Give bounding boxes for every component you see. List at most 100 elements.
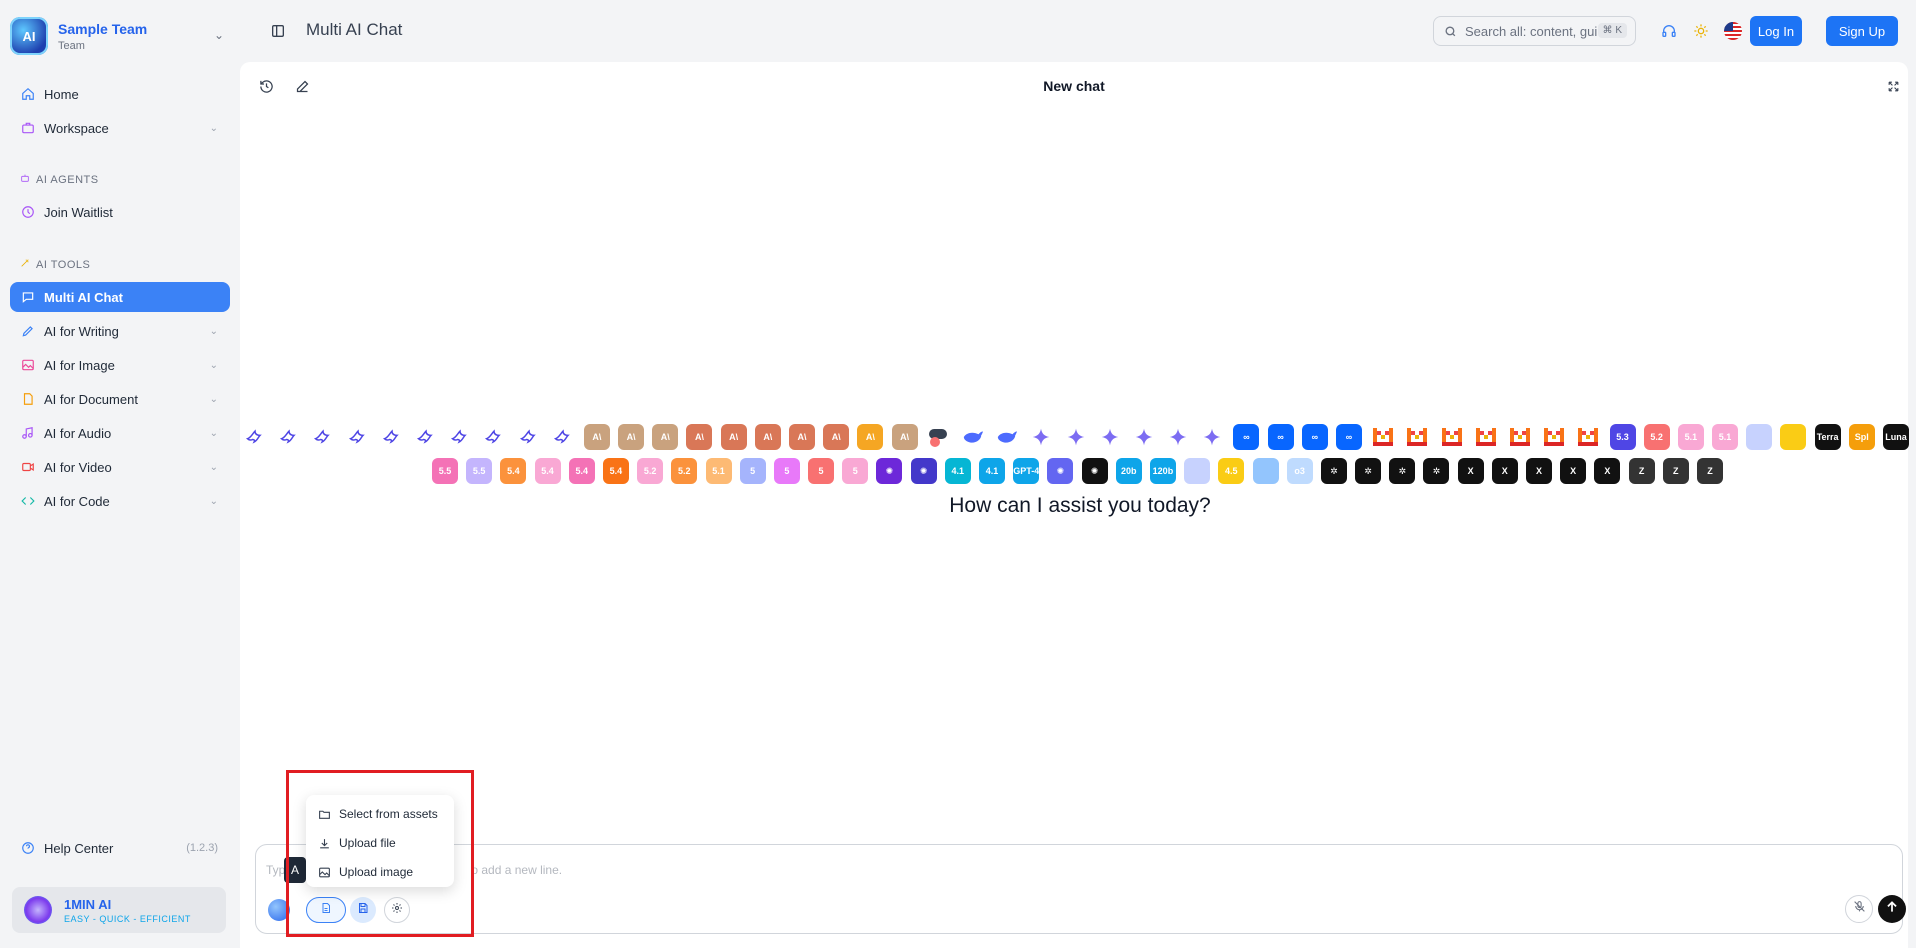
sidebar-item-ai-for-image[interactable]: AI for Image ⌄: [10, 350, 230, 380]
sidebar-item-ai-for-code[interactable]: AI for Code ⌄: [10, 486, 230, 516]
model-icon[interactable]: A\: [823, 424, 850, 450]
model-icon[interactable]: 120b: [1149, 458, 1176, 484]
menu-item-upload-file[interactable]: Upload file: [318, 832, 396, 854]
model-icon[interactable]: Terra: [1814, 424, 1841, 450]
model-icon[interactable]: o3: [1286, 458, 1313, 484]
model-icon[interactable]: X: [1560, 458, 1587, 484]
model-icon[interactable]: X: [1491, 458, 1518, 484]
team-switcher[interactable]: AI Sample Team Team ⌄: [10, 14, 230, 58]
sidebar-item-ai-for-video[interactable]: AI for Video ⌄: [10, 452, 230, 482]
model-icon[interactable]: [515, 424, 542, 450]
model-icon[interactable]: 5: [842, 458, 869, 484]
sidebar-item-join-waitlist[interactable]: Join Waitlist: [10, 197, 230, 227]
model-icon[interactable]: 5.4: [602, 458, 629, 484]
model-icon[interactable]: [1575, 424, 1602, 450]
model-icon[interactable]: Spl: [1848, 424, 1875, 450]
model-icon[interactable]: A\: [720, 424, 747, 450]
sidebar-item-ai-for-document[interactable]: AI for Document ⌄: [10, 384, 230, 414]
model-icon[interactable]: [1199, 424, 1226, 450]
model-icon[interactable]: [1472, 424, 1499, 450]
model-icon[interactable]: [1370, 424, 1397, 450]
model-icon[interactable]: [344, 424, 371, 450]
us-flag-icon[interactable]: [1723, 21, 1743, 41]
menu-item-select-from-assets[interactable]: Select from assets: [318, 803, 438, 825]
model-icon[interactable]: A\: [891, 424, 918, 450]
model-icon[interactable]: ✲: [1389, 458, 1416, 484]
brand-card[interactable]: 1MIN AI EASY - QUICK - EFFICIENT: [12, 887, 226, 933]
chat-composer[interactable]: Typ o add a new line. A: [255, 844, 1906, 934]
model-icon[interactable]: 5: [739, 458, 766, 484]
model-icon[interactable]: A\: [686, 424, 713, 450]
model-icon[interactable]: [1404, 424, 1431, 450]
model-icon[interactable]: ∞: [1336, 424, 1362, 450]
model-icon[interactable]: [1541, 424, 1568, 450]
sidebar-item-ai-for-writing[interactable]: AI for Writing ⌄: [10, 316, 230, 346]
sidebar-item-multi-ai-chat[interactable]: Multi AI Chat: [10, 282, 230, 312]
model-icon[interactable]: 4.5: [1218, 458, 1245, 484]
model-icon[interactable]: A\: [754, 424, 781, 450]
model-icon[interactable]: [1506, 424, 1533, 450]
model-icon[interactable]: [1165, 424, 1192, 450]
model-icon[interactable]: [1780, 424, 1807, 450]
model-icon[interactable]: 5.2: [1643, 424, 1670, 450]
model-icon[interactable]: 20b: [1115, 458, 1142, 484]
model-icon[interactable]: [1746, 424, 1773, 450]
model-icon[interactable]: 5.4: [534, 458, 561, 484]
model-icon[interactable]: 4.1: [979, 458, 1005, 484]
model-icon[interactable]: ✲: [1320, 458, 1347, 484]
model-icon[interactable]: ✺: [1047, 458, 1074, 484]
model-icon[interactable]: [481, 424, 508, 450]
model-icon[interactable]: Luna: [1883, 424, 1909, 450]
model-icon[interactable]: Z: [1628, 458, 1655, 484]
sidebar-item-home[interactable]: Home: [10, 79, 230, 109]
model-icon[interactable]: [1438, 424, 1465, 450]
model-icon[interactable]: ✺: [910, 458, 937, 484]
model-icon[interactable]: [447, 424, 474, 450]
model-icon[interactable]: [959, 424, 986, 450]
settings-button[interactable]: [384, 897, 410, 923]
save-prompt-button[interactable]: [350, 897, 376, 923]
microphone-button[interactable]: [1845, 895, 1873, 923]
model-icon[interactable]: A\: [583, 424, 610, 450]
sidebar-item-help-center[interactable]: Help Center (1.2.3): [10, 833, 230, 863]
model-icon[interactable]: [994, 424, 1021, 450]
model-icon[interactable]: ✺: [1081, 458, 1108, 484]
signup-button[interactable]: Sign Up: [1826, 16, 1898, 46]
model-icon[interactable]: ∞: [1233, 424, 1260, 450]
model-icon[interactable]: 5.1: [1677, 424, 1704, 450]
menu-item-upload-image[interactable]: Upload image: [318, 861, 413, 883]
model-icon[interactable]: A\: [618, 424, 645, 450]
model-icon[interactable]: [242, 424, 268, 450]
model-icon[interactable]: [1028, 424, 1055, 450]
model-icon[interactable]: [412, 424, 439, 450]
model-icon[interactable]: [310, 424, 337, 450]
model-icon[interactable]: GPT-4: [1013, 458, 1040, 484]
sidebar-item-workspace[interactable]: Workspace ⌄: [10, 113, 230, 143]
model-icon[interactable]: [1096, 424, 1123, 450]
model-icon[interactable]: A\: [857, 424, 884, 450]
model-icon[interactable]: [1252, 458, 1279, 484]
attach-file-button[interactable]: [306, 897, 346, 923]
model-select-button[interactable]: [265, 897, 293, 923]
search-input[interactable]: Search all: content, gui ⌘ K: [1433, 16, 1636, 46]
model-icon[interactable]: ∞: [1301, 424, 1328, 450]
chevron-down-icon[interactable]: ⌄: [214, 28, 224, 42]
model-icon[interactable]: A\: [652, 424, 679, 450]
model-icon[interactable]: 5.2: [637, 458, 664, 484]
model-icon[interactable]: ✺: [876, 458, 903, 484]
model-icon[interactable]: X: [1526, 458, 1552, 484]
model-icon[interactable]: ∞: [1267, 424, 1294, 450]
model-icon[interactable]: ✲: [1355, 458, 1382, 484]
sun-icon[interactable]: [1691, 21, 1711, 41]
model-icon[interactable]: [1184, 458, 1211, 484]
model-icon[interactable]: 5: [808, 458, 835, 484]
sidebar-toggle-icon[interactable]: [270, 23, 286, 39]
model-icon[interactable]: X: [1457, 458, 1484, 484]
send-button[interactable]: [1878, 895, 1906, 923]
model-icon[interactable]: 5.4: [500, 458, 527, 484]
model-icon[interactable]: 5.2: [671, 458, 698, 484]
model-icon[interactable]: 5.1: [1712, 424, 1739, 450]
model-icon[interactable]: 5.5: [466, 458, 493, 484]
model-icon[interactable]: [1062, 424, 1089, 450]
model-icon[interactable]: [549, 424, 576, 450]
